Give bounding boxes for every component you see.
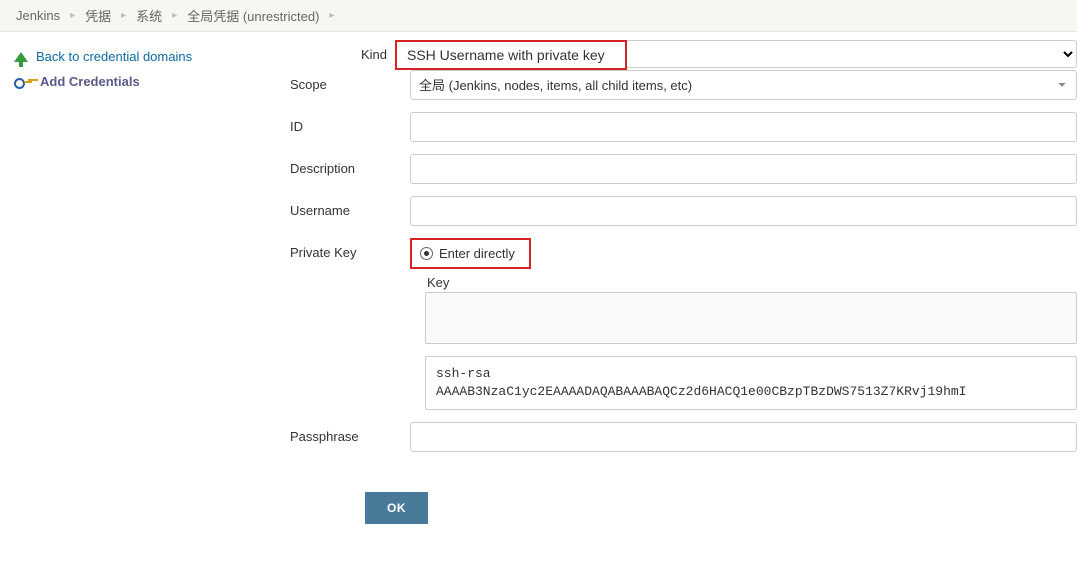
sidebar-add-credentials[interactable]: Add Credentials xyxy=(14,69,250,94)
chevron-right-icon: ▸ xyxy=(329,10,334,21)
key-empty-box[interactable] xyxy=(425,292,1077,344)
private-key-label: Private Key xyxy=(290,238,410,260)
scope-label: Scope xyxy=(290,70,410,92)
kind-value-highlight: SSH Username with private key xyxy=(395,40,627,70)
ok-button[interactable]: OK xyxy=(365,492,428,524)
breadcrumb-credentials[interactable]: 凭据 xyxy=(79,6,117,25)
username-input[interactable] xyxy=(410,196,1077,226)
sidebar-add-label: Add Credentials xyxy=(40,74,140,89)
passphrase-label: Passphrase xyxy=(290,422,410,444)
key-icon xyxy=(14,77,32,87)
breadcrumb-system[interactable]: 系统 xyxy=(130,6,168,25)
kind-select[interactable] xyxy=(627,40,1077,68)
sidebar: Back to credential domains Add Credentia… xyxy=(0,32,250,94)
chevron-right-icon: ▸ xyxy=(70,10,75,21)
sidebar-back-label: Back to credential domains xyxy=(36,49,192,64)
scope-select[interactable]: 全局 (Jenkins, nodes, items, all child ite… xyxy=(410,70,1077,100)
id-label: ID xyxy=(290,112,410,134)
breadcrumb: Jenkins ▸ 凭据 ▸ 系统 ▸ 全局凭据 (unrestricted) … xyxy=(0,0,1077,32)
description-label: Description xyxy=(290,154,410,176)
key-content-textarea[interactable]: ssh-rsa AAAAB3NzaC1yc2EAAAADAQABAAABAQCz… xyxy=(425,356,1077,410)
enter-directly-radio-highlight: Enter directly xyxy=(410,238,531,269)
sidebar-back[interactable]: Back to credential domains xyxy=(14,44,250,69)
id-input[interactable] xyxy=(410,112,1077,142)
kind-value-text: SSH Username with private key xyxy=(407,47,605,63)
radio-checked-icon[interactable] xyxy=(420,247,433,260)
enter-directly-label: Enter directly xyxy=(439,246,515,261)
kind-label: Kind xyxy=(250,40,395,62)
key-label: Key xyxy=(427,275,1077,290)
breadcrumb-jenkins[interactable]: Jenkins xyxy=(10,8,66,23)
passphrase-input[interactable] xyxy=(410,422,1077,452)
credential-form: Kind SSH Username with private key Scope… xyxy=(250,32,1077,524)
breadcrumb-global[interactable]: 全局凭据 (unrestricted) xyxy=(181,6,325,25)
up-arrow-icon xyxy=(14,52,28,62)
chevron-right-icon: ▸ xyxy=(172,10,177,21)
description-input[interactable] xyxy=(410,154,1077,184)
chevron-right-icon: ▸ xyxy=(121,10,126,21)
username-label: Username xyxy=(290,196,410,218)
